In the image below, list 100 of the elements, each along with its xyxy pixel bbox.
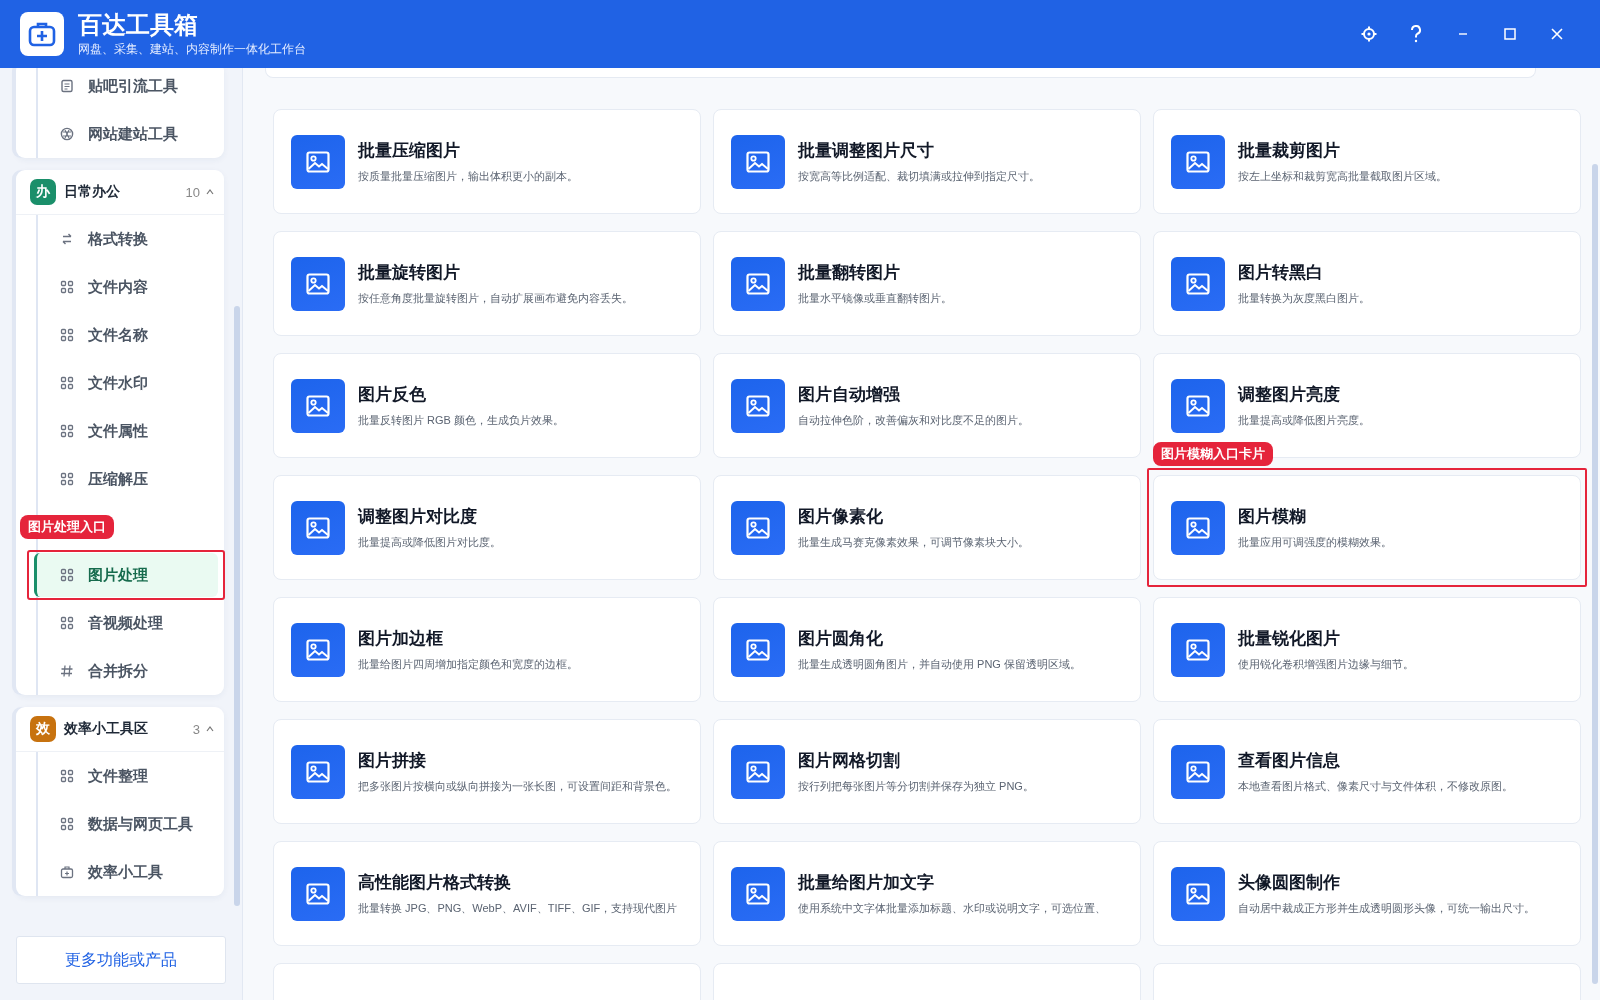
maximize-icon	[1503, 28, 1516, 40]
image-icon	[746, 150, 770, 173]
group-count: 3	[192, 721, 200, 737]
grid-icon	[60, 280, 74, 294]
card-title: 调整图片对比度	[358, 506, 477, 528]
tool-card[interactable]: 批量给图片加文字 使用系统中文字体批量添加标题、水印或说明文字，可选位置、	[713, 841, 1141, 946]
scrollbar[interactable]	[234, 306, 240, 906]
card-title: 图片圆角化	[798, 628, 883, 650]
tool-card[interactable]: 批量锐化图片 使用锐化卷积增强图片边缘与细节。	[1153, 597, 1581, 702]
card-title: 图片网格切割	[798, 750, 900, 772]
sidebar-item[interactable]: 压缩解压	[38, 455, 224, 503]
group-header[interactable]: 办 日常办公 10	[16, 170, 224, 215]
card-description: 把多张图片按横向或纵向拼接为一张长图，可设置间距和背景色。	[358, 779, 677, 794]
image-icon	[1186, 760, 1210, 783]
sidebar-item[interactable]: 合并拆分	[38, 647, 224, 695]
grid-icon	[60, 769, 74, 783]
tool-card[interactable]: 图片网格切割 按行列把每张图片等分切割并保存为独立 PNG。	[713, 719, 1141, 824]
card-title: 头像圆图制作	[1238, 872, 1340, 894]
card-title: 图片自动增强	[798, 384, 900, 406]
app-logo	[20, 12, 64, 56]
tool-card[interactable]: 图片转黑白 批量转换为灰度黑白图片。	[1153, 231, 1581, 336]
sidebar-item[interactable]: 贴吧引流工具	[38, 68, 224, 110]
grid-icon	[60, 472, 74, 486]
tool-card[interactable]: 批量调整图片尺寸 按宽高等比例适配、裁切填满或拉伸到指定尺寸。	[713, 109, 1141, 214]
image-icon	[1186, 150, 1210, 173]
image-icon	[306, 638, 330, 661]
image-icon	[1186, 516, 1210, 539]
tool-card[interactable]: 图片加边框 批量给图片四周增加指定颜色和宽度的边框。	[273, 597, 701, 702]
card-title: 图片模糊	[1238, 506, 1306, 528]
group-count: 10	[185, 184, 200, 200]
grid-icon	[60, 376, 74, 390]
sidebar-item[interactable]: 文件属性	[38, 407, 224, 455]
card-description: 批量应用可调强度的模糊效果。	[1238, 535, 1392, 550]
image-icon	[1186, 638, 1210, 661]
tool-card[interactable]: 图片拼接 把多张图片按横向或纵向拼接为一张长图，可设置间距和背景色。	[273, 719, 701, 824]
card-title: 批量调整图片尺寸	[798, 140, 934, 162]
minimize-icon	[1458, 33, 1467, 35]
sidebar-item[interactable]: 格式转换	[38, 215, 224, 263]
tool-card[interactable]: 查看图片信息 本地查看图片格式、像素尺寸与文件体积，不修改原图。	[1153, 719, 1581, 824]
app-title: 百达工具箱	[78, 11, 199, 39]
tool-card[interactable]: 图片像素化 批量生成马赛克像素效果，可调节像素块大小。	[713, 475, 1141, 580]
tool-card[interactable]: 图片反色 批量反转图片 RGB 颜色，生成负片效果。	[273, 353, 701, 458]
scrollbar[interactable]	[1592, 164, 1598, 984]
card-title: 批量裁剪图片	[1238, 140, 1340, 162]
card-description: 按左上坐标和裁剪宽高批量截取图片区域。	[1238, 169, 1447, 184]
tool-card[interactable]: 批量旋转图片 按任意角度批量旋转图片，自动扩展画布避免内容丢失。	[273, 231, 701, 336]
card-description: 批量生成透明圆角图片，并自动使用 PNG 保留透明区域。	[798, 657, 1081, 672]
card-description: 使用锐化卷积增强图片边缘与细节。	[1238, 657, 1414, 672]
sidebar-item[interactable]: 文件名称	[38, 311, 224, 359]
sidebar-item[interactable]: 文件内容	[38, 263, 224, 311]
card-description: 按宽高等比例适配、裁切填满或拉伸到指定尺寸。	[798, 169, 1040, 184]
tool-card[interactable]: 批量压缩图片 按质量批量压缩图片，输出体积更小的副本。	[273, 109, 701, 214]
tool-card[interactable]: 图片模糊 批量应用可调强度的模糊效果。	[1153, 475, 1581, 580]
card-title: 批量旋转图片	[358, 262, 460, 284]
grid-icon	[60, 328, 74, 342]
sidebar-item[interactable]: 文件整理	[38, 752, 224, 800]
grid-icon	[60, 616, 74, 630]
image-icon	[746, 760, 770, 783]
image-icon	[306, 516, 330, 539]
tool-card[interactable]: 图片圆角化 批量生成透明圆角图片，并自动使用 PNG 保留透明区域。	[713, 597, 1141, 702]
close-icon	[1550, 28, 1563, 40]
image-icon	[306, 150, 330, 173]
image-icon	[1186, 272, 1210, 295]
card-title: 图片转黑白	[1238, 262, 1323, 284]
image-icon	[306, 394, 330, 417]
grid-icon	[60, 817, 74, 831]
tool-card[interactable]: 批量翻转图片 批量水平镜像或垂直翻转图片。	[713, 231, 1141, 336]
sidebar-item[interactable]: 网站建站工具	[38, 110, 224, 158]
tool-card[interactable]: 批量裁剪图片 按左上坐标和裁剪宽高批量截取图片区域。	[1153, 109, 1581, 214]
sidebar-item[interactable]: 文件水印	[38, 359, 224, 407]
card-description: 本地查看图片格式、像素尺寸与文件体积，不修改原图。	[1238, 779, 1513, 794]
card-description: 批量反转图片 RGB 颜色，生成负片效果。	[358, 413, 564, 428]
toolbox-icon	[60, 865, 74, 879]
group-badge: 办	[30, 179, 56, 205]
sidebar-item[interactable]: 数据与网页工具	[38, 800, 224, 848]
help-icon	[1409, 25, 1422, 43]
card-title: 批量锐化图片	[1238, 628, 1340, 650]
more-products-button[interactable]: 更多功能或产品	[16, 936, 226, 984]
tool-card[interactable]: 高性能图片格式转换 批量转换 JPG、PNG、WebP、AVIF、TIFF、GIF，支持现代图片	[273, 841, 701, 946]
grid-icon	[60, 424, 74, 438]
hash-icon	[60, 664, 74, 678]
sidebar-item[interactable]: 图片处理	[34, 553, 218, 597]
card-title: 图片像素化	[798, 506, 883, 528]
card-title: 批量压缩图片	[358, 140, 460, 162]
card-title: 图片拼接	[358, 750, 426, 772]
image-icon	[746, 638, 770, 661]
group-header[interactable]: 效 效率小工具区 3	[16, 707, 224, 752]
tool-card[interactable]: 头像圆图制作 自动居中裁成正方形并生成透明圆形头像，可统一输出尺寸。	[1153, 841, 1581, 946]
image-icon	[746, 882, 770, 905]
card-description: 批量生成马赛克像素效果，可调节像素块大小。	[798, 535, 1029, 550]
image-icon	[746, 516, 770, 539]
card-description: 批量转换 JPG、PNG、WebP、AVIF、TIFF、GIF，支持现代图片	[358, 901, 678, 916]
tool-card[interactable]: 图片自动增强 自动拉伸色阶，改善偏灰和对比度不足的图片。	[713, 353, 1141, 458]
globe-icon	[60, 127, 74, 141]
sidebar-item[interactable]: 效率小工具	[38, 848, 224, 896]
sidebar-item[interactable]: 音视频处理	[38, 599, 224, 647]
card-description: 批量水平镜像或垂直翻转图片。	[798, 291, 952, 306]
image-icon	[1186, 394, 1210, 417]
card-description: 批量提高或降低图片对比度。	[358, 535, 501, 550]
tool-card[interactable]: 调整图片对比度 批量提高或降低图片对比度。	[273, 475, 701, 580]
